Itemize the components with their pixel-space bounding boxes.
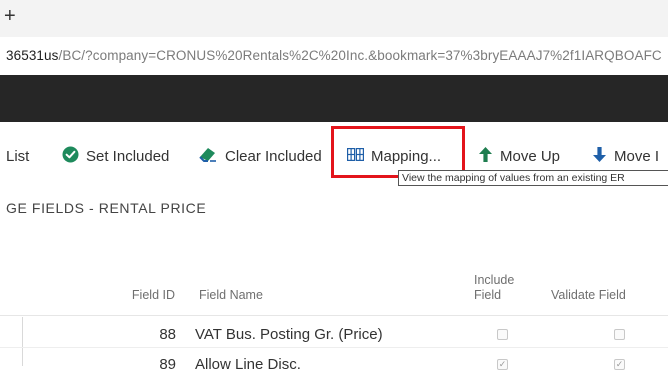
- column-header-validate-field[interactable]: Validate Field: [551, 288, 626, 303]
- include-field-checkbox[interactable]: ✓: [497, 359, 508, 370]
- validate-field-checkbox[interactable]: [614, 329, 625, 340]
- row-divider: [0, 347, 668, 348]
- page-title: GE FIELDS - RENTAL PRICE: [6, 200, 207, 216]
- move-up-button[interactable]: Move Up: [478, 145, 560, 167]
- move-down-label: Move I: [614, 147, 660, 165]
- new-tab-icon[interactable]: +: [4, 6, 16, 26]
- address-url[interactable]: 36531us/BC/?company=CRONUS%20Rentals%2C%…: [6, 48, 662, 63]
- check-circle-icon: [62, 146, 79, 167]
- move-up-label: Move Up: [500, 147, 561, 165]
- include-field-line-1: Include: [474, 273, 515, 287]
- action-list[interactable]: List: [6, 145, 29, 167]
- browser-tab-bar: +: [0, 0, 668, 38]
- clear-included-button[interactable]: Clear Included: [198, 145, 322, 167]
- field-name-cell: VAT Bus. Posting Gr. (Price): [195, 326, 383, 343]
- field-id-cell: 89: [159, 356, 176, 373]
- address-host: 36531us: [6, 48, 59, 63]
- column-header-field-id[interactable]: Field ID: [100, 288, 175, 303]
- address-bar[interactable]: 36531us/BC/?company=CRONUS%20Rentals%2C%…: [0, 37, 668, 76]
- action-list-label: List: [6, 147, 30, 165]
- field-name-cell: Allow Line Disc.: [195, 356, 301, 373]
- app-header-bar: [0, 75, 668, 122]
- set-included-button[interactable]: Set Included: [62, 145, 169, 167]
- set-included-label: Set Included: [86, 147, 170, 165]
- column-header-field-name[interactable]: Field Name: [199, 288, 263, 303]
- move-down-button[interactable]: Move I: [592, 145, 659, 167]
- include-field-checkbox[interactable]: [497, 329, 508, 340]
- field-id-cell: 88: [159, 326, 176, 343]
- clear-included-label: Clear Included: [225, 147, 322, 165]
- column-header-include-field[interactable]: Include Field: [474, 273, 514, 303]
- eraser-icon: [198, 145, 218, 167]
- include-field-line-2: Field: [474, 288, 502, 302]
- header-divider: [0, 315, 668, 316]
- arrow-down-icon: [592, 146, 607, 167]
- address-path: /BC/?company=CRONUS%20Rentals%2C%20Inc.&…: [58, 48, 662, 63]
- row-selector-separator: [22, 317, 23, 366]
- mapping-tooltip: View the mapping of values from an exist…: [398, 170, 668, 186]
- arrow-up-icon: [478, 146, 493, 167]
- validate-field-checkbox[interactable]: ✓: [614, 359, 625, 370]
